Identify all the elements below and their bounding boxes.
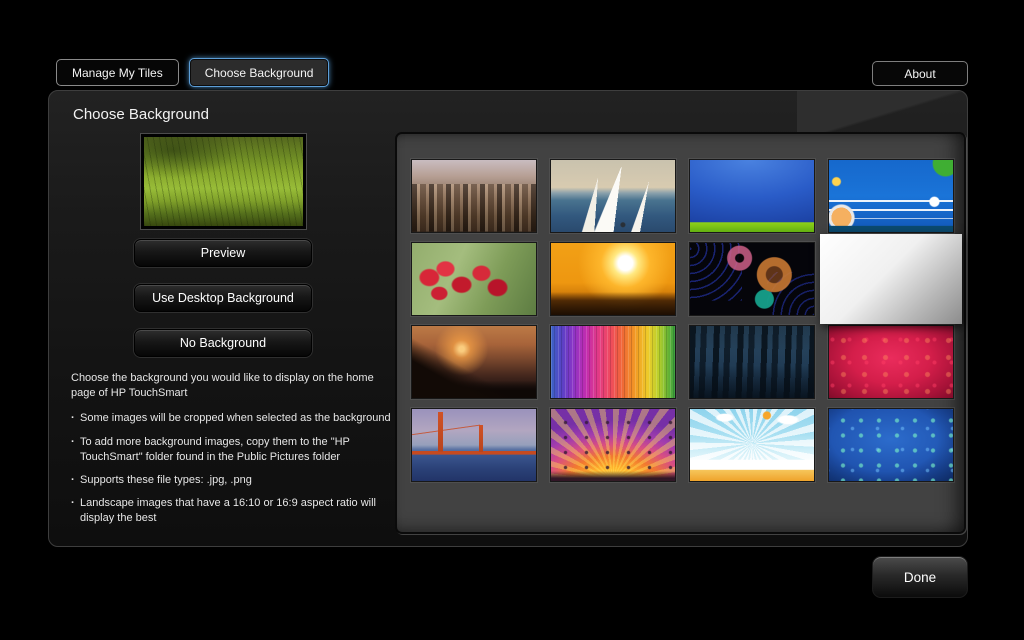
- instructions-intro: Choose the background you would like to …: [71, 371, 401, 401]
- thumbnail-night-forest[interactable]: [689, 325, 815, 399]
- use-desktop-background-button[interactable]: Use Desktop Background: [134, 284, 312, 312]
- instruction-bullet: Landscape images that have a 16:10 or 16…: [71, 496, 401, 526]
- instructions: Choose the background you would like to …: [71, 371, 401, 534]
- instruction-bullet: To add more background images, copy them…: [71, 435, 401, 465]
- instruction-bullets: Some images will be cropped when selecte…: [71, 411, 401, 526]
- background-grid-box: [395, 132, 966, 534]
- thumbnail-golden-sunset[interactable]: [550, 242, 676, 316]
- thumbnail-sailboats[interactable]: [550, 159, 676, 233]
- thumbnail-green-grass[interactable]: [828, 242, 954, 316]
- preview-actions: Preview Use Desktop Background No Backgrou…: [134, 239, 312, 357]
- thumbnail-blue-meadow[interactable]: [689, 159, 815, 233]
- thumbnail-coastal-dusk[interactable]: [411, 325, 537, 399]
- tab-choose-background[interactable]: Choose Background: [189, 58, 330, 87]
- instruction-bullet: Supports these file types: .jpg, .png: [71, 473, 401, 488]
- thumbnail-firework-dots[interactable]: [689, 242, 815, 316]
- done-button[interactable]: Done: [872, 556, 968, 598]
- tab-bar: Manage My Tiles Choose Background: [56, 58, 329, 87]
- preview-image: [141, 134, 306, 229]
- thumbnail-blue-sparkles[interactable]: [828, 408, 954, 482]
- about-button[interactable]: About: [872, 61, 968, 86]
- preview-button[interactable]: Preview: [134, 239, 312, 267]
- instruction-bullet: Some images will be cropped when selecte…: [71, 411, 401, 426]
- thumbnail-golden-gate-bridge[interactable]: [411, 408, 537, 482]
- no-background-button[interactable]: No Background: [134, 329, 312, 357]
- page-title: Choose Background: [73, 106, 209, 123]
- background-grid: [397, 134, 964, 482]
- choose-background-panel: Choose Background Preview Use Desktop Bac…: [48, 90, 968, 547]
- thumbnail-sky-balloons[interactable]: [689, 408, 815, 482]
- thumbnail-red-tulips[interactable]: [411, 242, 537, 316]
- thumbnail-city-skyline[interactable]: [411, 159, 537, 233]
- thumbnail-pink-hearts[interactable]: [828, 325, 954, 399]
- thumbnail-cartoon-ocean[interactable]: [828, 159, 954, 233]
- thumbnail-rainbow-stripes[interactable]: [550, 325, 676, 399]
- thumbnail-sunburst-birds[interactable]: [550, 408, 676, 482]
- tab-manage-my-tiles[interactable]: Manage My Tiles: [56, 59, 179, 86]
